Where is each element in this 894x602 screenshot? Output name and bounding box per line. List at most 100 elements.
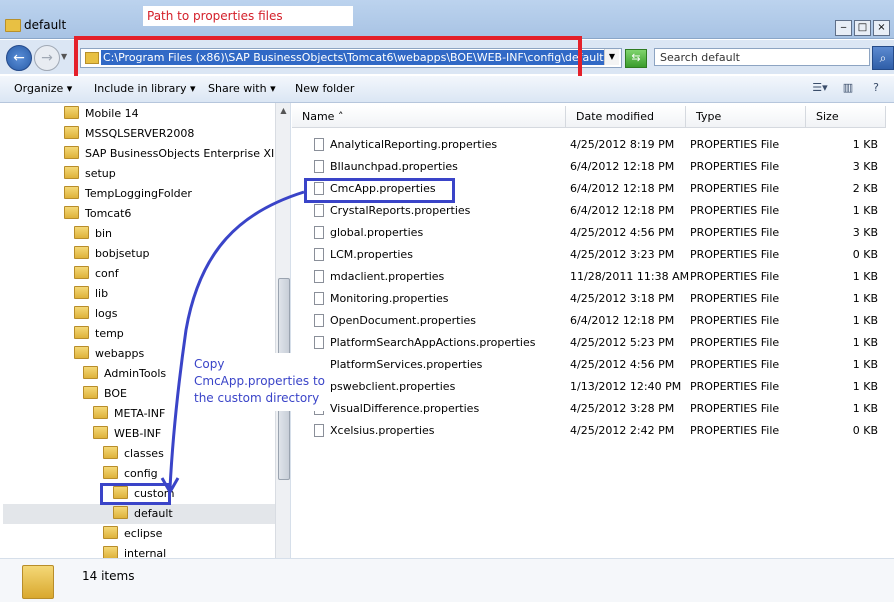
folder-icon — [64, 166, 79, 179]
tree-item[interactable]: AdminTools — [83, 364, 166, 384]
view-controls: ☰▾ ▥ ? — [812, 81, 884, 95]
help-icon[interactable]: ? — [868, 81, 884, 95]
file-row[interactable]: CrystalReports.properties 6/4/2012 12:18 … — [292, 200, 894, 222]
file-icon — [314, 336, 324, 349]
tree-item[interactable]: bobjsetup — [74, 244, 150, 264]
file-icon — [314, 248, 324, 261]
folder-icon — [83, 366, 98, 379]
folder-icon — [64, 106, 79, 119]
item-count: 14 items — [82, 569, 135, 583]
tree-item[interactable]: internal — [103, 544, 166, 558]
recent-pages-dropdown-icon[interactable]: ▼ — [61, 52, 67, 61]
tree-item[interactable]: classes — [103, 444, 164, 464]
new-folder-button[interactable]: New folder — [295, 82, 354, 95]
folder-icon — [74, 286, 89, 299]
tree-item[interactable]: SAP BusinessObjects Enterprise XI 4.0 — [64, 144, 290, 164]
folder-icon — [93, 426, 108, 439]
folder-icon — [103, 466, 118, 479]
folder-icon — [113, 506, 128, 519]
share-with-menu[interactable]: Share with ▾ — [208, 82, 276, 95]
tree-item[interactable]: MSSQLSERVER2008 — [64, 124, 194, 144]
tree-item[interactable]: logs — [74, 304, 118, 324]
folder-icon — [5, 19, 21, 32]
preview-pane-icon[interactable]: ▥ — [840, 81, 856, 95]
minimize-button[interactable]: ‒ — [835, 20, 852, 36]
file-row[interactable]: BIlaunchpad.properties 6/4/2012 12:18 PM P… — [292, 156, 894, 178]
file-row[interactable]: mdaclient.properties 11/28/2011 11:38 AM P… — [292, 266, 894, 288]
file-row[interactable]: pswebclient.properties 1/13/2012 12:40 PM… — [292, 376, 894, 398]
folder-icon — [74, 346, 89, 359]
folder-icon — [64, 146, 79, 159]
file-icon — [314, 138, 324, 151]
title-bar: default ‒ □ × — [0, 0, 894, 39]
folder-icon — [103, 526, 118, 539]
folder-icon — [74, 326, 89, 339]
organize-menu[interactable]: Organize ▾ — [14, 82, 72, 95]
folder-icon — [64, 186, 79, 199]
path-annotation-label: Path to properties files — [143, 6, 353, 26]
search-icon[interactable]: ⌕ — [872, 46, 894, 70]
file-row[interactable]: LCM.properties 4/25/2012 3:23 PM PROPERTIE… — [292, 244, 894, 266]
tree-item[interactable]: default — [113, 504, 173, 524]
sort-ascending-icon: ˄ — [337, 110, 344, 123]
folder-icon — [64, 126, 79, 139]
folder-icon — [74, 226, 89, 239]
status-bar: 14 items — [0, 558, 894, 602]
include-in-library-menu[interactable]: Include in library ▾ — [94, 82, 195, 95]
navigation-scrollbar[interactable]: ▲ — [275, 103, 290, 558]
scroll-up-icon[interactable]: ▲ — [276, 103, 290, 118]
tree-item[interactable]: temp — [74, 324, 124, 344]
folder-icon — [103, 446, 118, 459]
change-view-icon[interactable]: ☰▾ — [812, 81, 828, 95]
search-input[interactable]: Search default — [654, 48, 870, 66]
address-history-dropdown-icon[interactable]: ▼ — [604, 49, 619, 65]
tree-item[interactable]: TempLoggingFolder — [64, 184, 192, 204]
column-header-name[interactable]: Name ˄ — [292, 106, 566, 128]
tree-item[interactable]: lib — [74, 284, 108, 304]
file-icon — [314, 204, 324, 217]
folder-icon — [74, 266, 89, 279]
folder-icon — [74, 246, 89, 259]
tree-item[interactable]: webapps — [74, 344, 144, 364]
file-row[interactable]: PlatformServices.properties 4/25/2012 4:5… — [292, 354, 894, 376]
close-button[interactable]: × — [873, 20, 890, 36]
file-icon — [314, 226, 324, 239]
cmcapp-highlight-annotation — [304, 178, 455, 203]
file-row[interactable]: global.properties 4/25/2012 4:56 PM PROPER… — [292, 222, 894, 244]
window-controls: ‒ □ × — [835, 20, 890, 36]
window-title: default — [24, 18, 67, 32]
column-header-size[interactable]: Size — [806, 106, 886, 128]
copy-instruction-annotation: Copy CmcApp.properties to the custom dir… — [190, 353, 330, 411]
maximize-button[interactable]: □ — [854, 20, 871, 36]
command-toolbar: Organize ▾ Include in library ▾ Share wi… — [0, 76, 894, 103]
file-row[interactable]: Monitoring.properties 4/25/2012 3:18 PM PR… — [292, 288, 894, 310]
column-header-type[interactable]: Type — [686, 106, 806, 128]
tree-item[interactable]: setup — [64, 164, 116, 184]
file-icon — [314, 160, 324, 173]
folder-icon — [22, 565, 54, 599]
folder-icon — [74, 306, 89, 319]
file-row[interactable]: PlatformSearchAppActions.properties 4/25/… — [292, 332, 894, 354]
back-arrow-icon[interactable]: ← — [6, 45, 32, 71]
tree-item[interactable]: conf — [74, 264, 119, 284]
file-row[interactable]: Xcelsius.properties 4/25/2012 2:42 PM PROP… — [292, 420, 894, 442]
folder-icon — [64, 206, 79, 219]
tree-item[interactable]: META-INF — [93, 404, 165, 424]
file-row[interactable]: OpenDocument.properties 6/4/2012 12:18 PM… — [292, 310, 894, 332]
file-row[interactable]: AnalyticalReporting.properties 4/25/2012 … — [292, 134, 894, 156]
file-row[interactable]: VisualDifference.properties 4/25/2012 3:2… — [292, 398, 894, 420]
tree-item[interactable]: eclipse — [103, 524, 162, 544]
refresh-icon[interactable]: ⇆ — [625, 49, 647, 68]
tree-item[interactable]: BOE — [83, 384, 127, 404]
tree-item[interactable]: Tomcat6 — [64, 204, 131, 224]
tree-item[interactable]: bin — [74, 224, 112, 244]
folder-icon — [83, 386, 98, 399]
tree-item[interactable]: config — [103, 464, 158, 484]
file-list: Name ˄ Date modified Type Size Analytica… — [292, 103, 894, 558]
column-header-date[interactable]: Date modified — [566, 106, 686, 128]
tree-item[interactable]: Mobile 14 — [64, 104, 139, 124]
tree-item[interactable]: WEB-INF — [93, 424, 161, 444]
forward-arrow-icon[interactable]: → — [34, 45, 60, 71]
file-icon — [314, 292, 324, 305]
file-icon — [314, 314, 324, 327]
